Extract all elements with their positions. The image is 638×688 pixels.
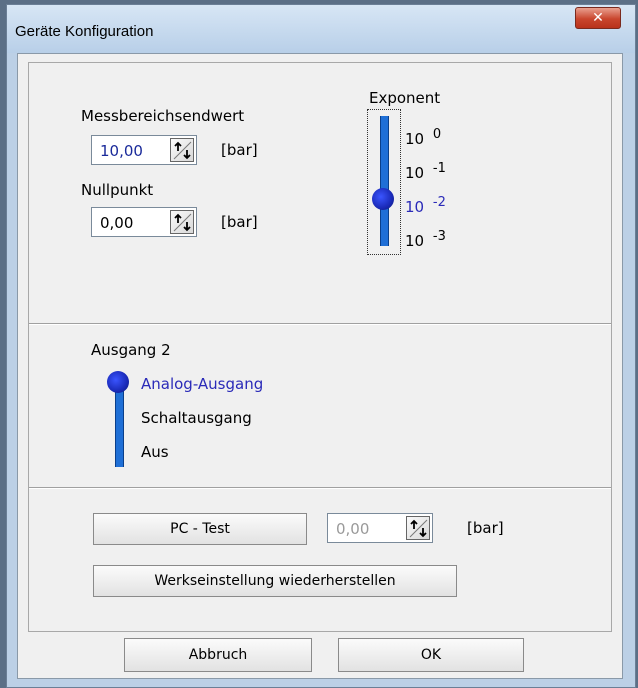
exponent-base: 10 <box>405 164 425 182</box>
nullpunkt-unit: [bar] <box>221 213 258 231</box>
exponent-base: 10 <box>405 130 425 148</box>
nullpunkt-label: Nullpunkt <box>81 181 154 199</box>
cancel-button-label: Abbruch <box>188 647 248 663</box>
spin-arrows-icon <box>173 141 192 160</box>
exponent-base: 10 <box>405 198 425 216</box>
exponent-slider-thumb[interactable] <box>372 188 394 210</box>
factory-reset-button[interactable]: Werkseinstellung wiederherstellen <box>93 565 457 597</box>
exponent-slider-track <box>380 116 389 246</box>
title-bar: Geräte Konfiguration ✕ <box>7 5 635 53</box>
exponent-exp: -2 <box>432 195 446 210</box>
exponent-option-3[interactable]: 10 -3 <box>405 229 446 250</box>
exponent-title: Exponent <box>369 89 441 107</box>
exponent-base: 10 <box>405 232 425 250</box>
divider <box>29 323 611 325</box>
pc-test-field[interactable]: 0,00 <box>327 513 433 543</box>
settings-group: Messbereichsendwert 10,00 [bar] Nullpunk… <box>28 62 612 632</box>
exponent-option-0[interactable]: 10 0 <box>405 127 441 148</box>
ausgang-option-schalt[interactable]: Schaltausgang <box>141 409 252 427</box>
exponent-exp: 0 <box>432 127 442 142</box>
factory-reset-button-label: Werkseinstellung wiederherstellen <box>154 573 396 589</box>
nullpunkt-value: 0,00 <box>100 214 134 232</box>
ok-button[interactable]: OK <box>338 638 524 672</box>
pc-test-unit: [bar] <box>467 519 504 537</box>
messbereich-spinner[interactable] <box>170 138 194 162</box>
exponent-option-1[interactable]: 10 -1 <box>405 161 446 182</box>
pc-test-value: 0,00 <box>336 520 370 538</box>
ausgang-slider-thumb[interactable] <box>107 371 129 393</box>
window-title: Geräte Konfiguration <box>15 23 154 40</box>
nullpunkt-field[interactable]: 0,00 <box>91 207 197 237</box>
nullpunkt-spinner[interactable] <box>170 210 194 234</box>
ausgang-option-aus[interactable]: Aus <box>141 443 169 461</box>
messbereich-unit: [bar] <box>221 141 258 159</box>
spin-arrows-icon <box>409 519 428 538</box>
dialog-client-area: Messbereichsendwert 10,00 [bar] Nullpunk… <box>17 53 623 679</box>
close-button[interactable]: ✕ <box>575 7 621 29</box>
ausgang-option-analog[interactable]: Analog-Ausgang <box>141 375 263 393</box>
messbereich-field[interactable]: 10,00 <box>91 135 197 165</box>
close-icon: ✕ <box>592 10 604 26</box>
ausgang-title: Ausgang 2 <box>91 341 171 359</box>
pc-test-button[interactable]: PC - Test <box>93 513 307 545</box>
dialog-window: Geräte Konfiguration ✕ Messbereichsendwe… <box>6 4 636 688</box>
cancel-button[interactable]: Abbruch <box>124 638 312 672</box>
exponent-exp: -1 <box>432 161 446 176</box>
ausgang-slider[interactable] <box>105 369 133 469</box>
pc-test-spinner[interactable] <box>406 516 430 540</box>
messbereich-value: 10,00 <box>100 142 143 160</box>
exponent-slider[interactable] <box>367 109 401 255</box>
pc-test-button-label: PC - Test <box>170 521 230 537</box>
exponent-exp: -3 <box>432 229 446 244</box>
divider <box>29 487 611 489</box>
exponent-option-2[interactable]: 10 -2 <box>405 195 446 216</box>
messbereich-label: Messbereichsendwert <box>81 107 245 125</box>
spin-arrows-icon <box>173 213 192 232</box>
ok-button-label: OK <box>420 647 442 663</box>
